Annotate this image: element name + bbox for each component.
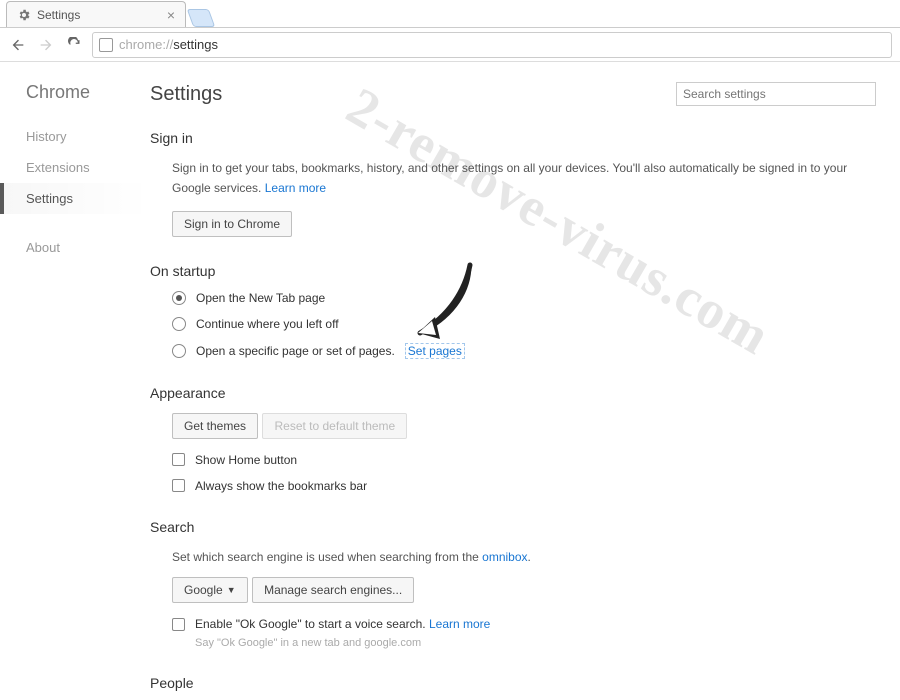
get-themes-button[interactable]: Get themes bbox=[172, 413, 258, 439]
checkbox-icon bbox=[172, 618, 185, 631]
show-home-checkbox[interactable]: Show Home button bbox=[172, 453, 876, 467]
ok-google-hint: Say "Ok Google" in a new tab and google.… bbox=[172, 637, 876, 649]
omnibox-link[interactable]: omnibox bbox=[482, 550, 527, 564]
signin-desc: Sign in to get your tabs, bookmarks, his… bbox=[172, 158, 876, 199]
section-people: People bbox=[150, 675, 876, 691]
back-button[interactable] bbox=[8, 35, 28, 55]
url-field[interactable]: chrome://settings bbox=[92, 32, 892, 58]
page-title: Settings bbox=[150, 83, 222, 106]
sidebar-item-extensions[interactable]: Extensions bbox=[4, 152, 150, 183]
search-settings-input[interactable] bbox=[676, 82, 876, 106]
radio-icon bbox=[172, 291, 186, 305]
radio-icon bbox=[172, 344, 186, 358]
signin-learn-more-link[interactable]: Learn more bbox=[265, 181, 326, 195]
page-icon bbox=[99, 38, 113, 52]
signin-heading: Sign in bbox=[150, 130, 876, 146]
sidebar-item-history[interactable]: History bbox=[4, 121, 150, 152]
new-tab-button[interactable] bbox=[187, 9, 216, 27]
okgoogle-learn-more-link[interactable]: Learn more bbox=[429, 617, 490, 631]
radio-icon bbox=[172, 317, 186, 331]
search-desc: Set which search engine is used when sea… bbox=[172, 547, 876, 567]
checkbox-icon bbox=[172, 479, 185, 492]
startup-heading: On startup bbox=[150, 263, 876, 279]
signin-button[interactable]: Sign in to Chrome bbox=[172, 211, 292, 237]
tab-close-icon[interactable]: × bbox=[167, 7, 175, 23]
tab-favicon bbox=[17, 8, 31, 22]
sidebar: Chrome History Extensions Settings About bbox=[0, 62, 150, 700]
startup-option-continue[interactable]: Continue where you left off bbox=[172, 317, 876, 331]
forward-button[interactable] bbox=[36, 35, 56, 55]
url-path: settings bbox=[173, 37, 218, 52]
people-heading: People bbox=[150, 675, 876, 691]
address-bar: chrome://settings bbox=[0, 28, 900, 62]
section-startup: On startup Open the New Tab page Continu… bbox=[150, 263, 876, 359]
sidebar-brand: Chrome bbox=[26, 82, 150, 103]
search-heading: Search bbox=[150, 519, 876, 535]
ok-google-checkbox[interactable]: Enable "Ok Google" to start a voice sear… bbox=[172, 617, 876, 631]
chevron-down-icon: ▼ bbox=[227, 585, 236, 595]
url-scheme: chrome:// bbox=[119, 37, 173, 52]
bookmarks-bar-checkbox[interactable]: Always show the bookmarks bar bbox=[172, 479, 876, 493]
startup-option-specific[interactable]: Open a specific page or set of pages. Se… bbox=[172, 343, 876, 359]
section-signin: Sign in Sign in to get your tabs, bookma… bbox=[150, 130, 876, 237]
tab-bar: Settings × bbox=[0, 0, 900, 28]
checkbox-icon bbox=[172, 453, 185, 466]
main-panel: Settings Sign in Sign in to get your tab… bbox=[150, 62, 900, 700]
manage-search-engines-button[interactable]: Manage search engines... bbox=[252, 577, 414, 603]
appearance-heading: Appearance bbox=[150, 385, 876, 401]
tab-title: Settings bbox=[37, 8, 80, 22]
sidebar-item-settings[interactable]: Settings bbox=[0, 183, 150, 214]
set-pages-link[interactable]: Set pages bbox=[405, 343, 465, 359]
search-engine-dropdown[interactable]: Google ▼ bbox=[172, 577, 248, 603]
section-appearance: Appearance Get themes Reset to default t… bbox=[150, 385, 876, 493]
browser-tab[interactable]: Settings × bbox=[6, 1, 186, 27]
reload-button[interactable] bbox=[64, 35, 84, 55]
startup-option-newtab[interactable]: Open the New Tab page bbox=[172, 291, 876, 305]
sidebar-item-about[interactable]: About bbox=[4, 232, 150, 263]
reset-theme-button: Reset to default theme bbox=[262, 413, 407, 439]
section-search: Search Set which search engine is used w… bbox=[150, 519, 876, 649]
